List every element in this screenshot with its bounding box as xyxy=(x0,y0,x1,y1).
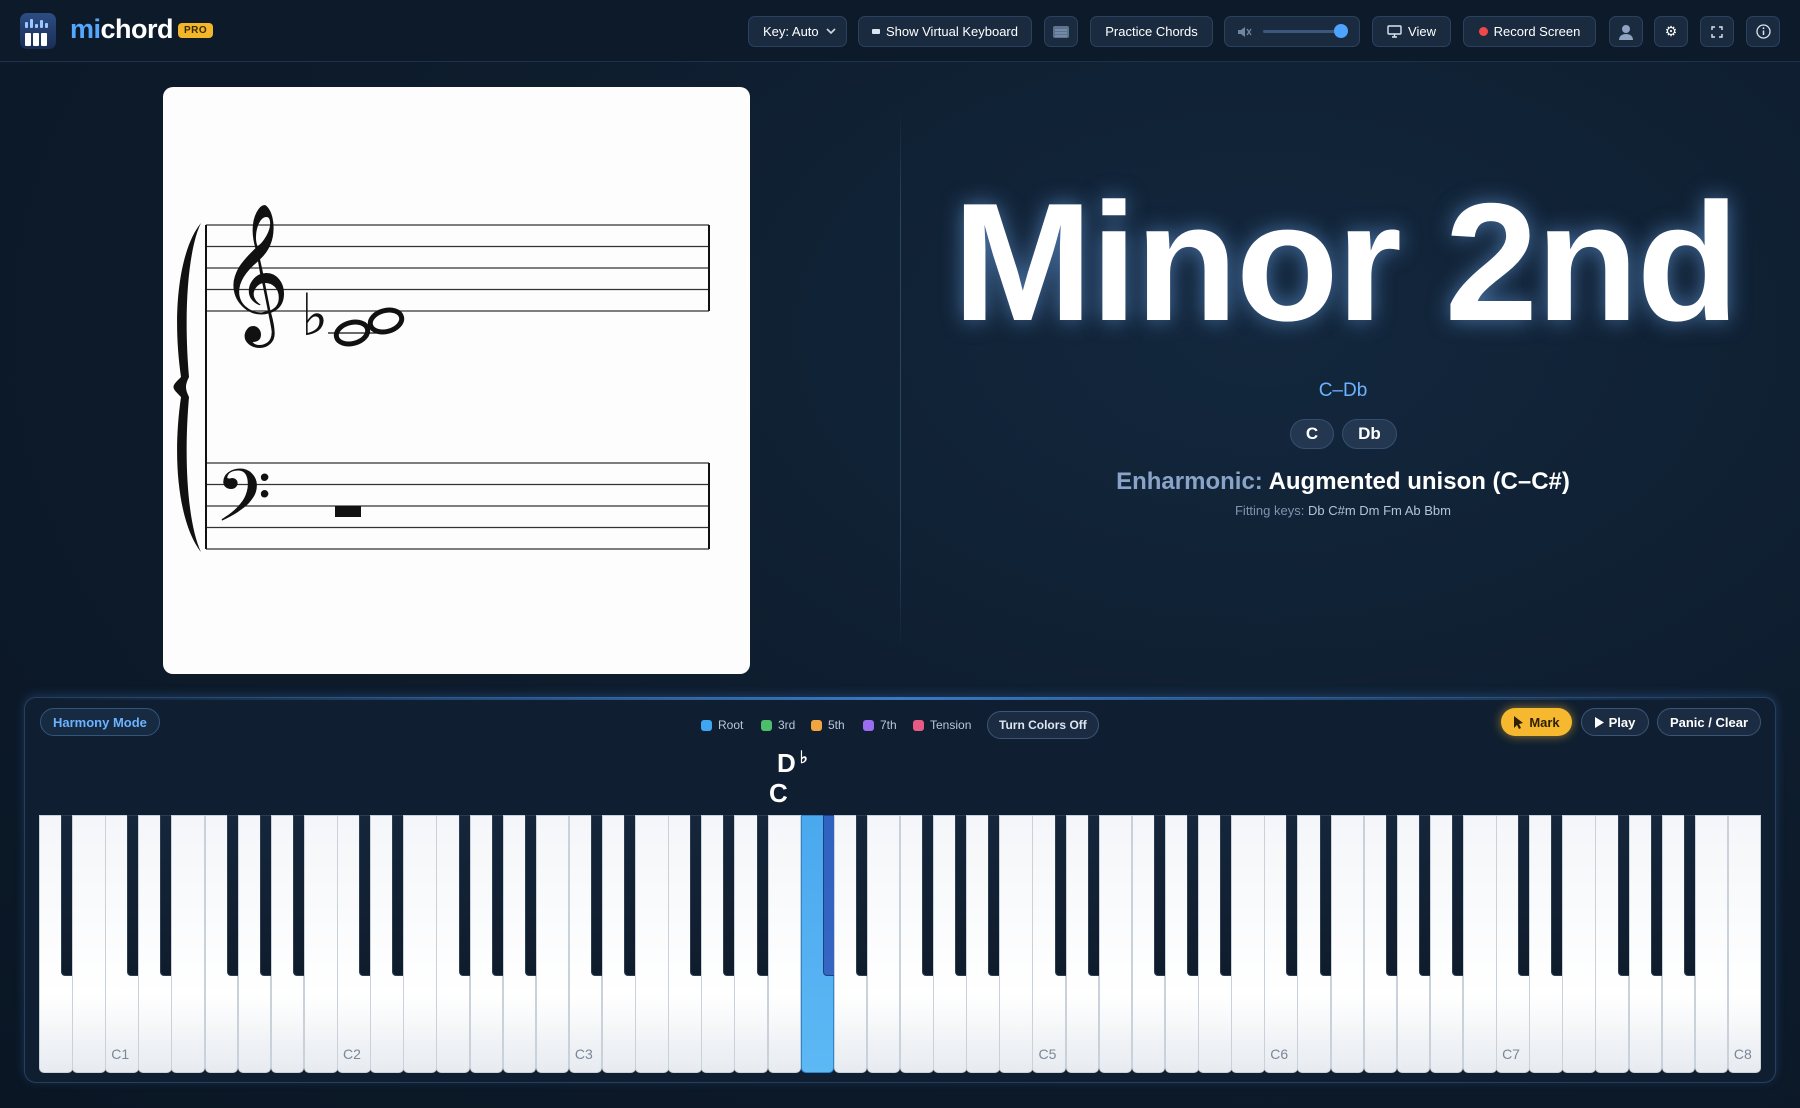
tension-swatch-icon xyxy=(913,719,924,731)
sheet-music-panel: 𝄞 𝄢 ♭ xyxy=(163,87,750,674)
legend-root: Root xyxy=(701,716,743,734)
account-button[interactable] xyxy=(1609,16,1643,47)
view-button[interactable]: View xyxy=(1372,16,1451,47)
volume-slider-track[interactable] xyxy=(1263,30,1341,33)
white-key-e6[interactable] xyxy=(1330,815,1365,1073)
show-virtual-keyboard-button[interactable]: Show Virtual Keyboard xyxy=(858,16,1032,47)
legend-5th: 5th xyxy=(811,716,845,734)
legend-7th: 7th xyxy=(863,716,897,734)
white-key-b6[interactable] xyxy=(1462,815,1497,1073)
note-pill-c: C xyxy=(1290,419,1334,449)
piano-keyboard[interactable]: C1 C2 C3 C5 C6 C7 C8 xyxy=(39,815,1762,1073)
top-bar: michord PRO Key: Auto Show Virtual Keybo… xyxy=(0,0,1800,62)
record-screen-button[interactable]: Record Screen xyxy=(1463,16,1596,47)
fullscreen-button[interactable] xyxy=(1700,16,1734,47)
harmony-mode-button[interactable]: Harmony Mode xyxy=(40,708,160,736)
bass-clef-icon: 𝄢 xyxy=(215,453,272,556)
white-key-b5[interactable] xyxy=(1231,815,1265,1073)
legend-3rd: 3rd xyxy=(761,716,795,734)
white-key-b2[interactable] xyxy=(535,815,570,1073)
whole-rest-icon xyxy=(335,506,361,517)
speaker-muted-icon xyxy=(1238,27,1252,37)
mark-button[interactable]: Mark xyxy=(1501,708,1572,736)
practice-chords-button[interactable]: Practice Chords xyxy=(1090,16,1213,47)
white-key-e7[interactable] xyxy=(1562,815,1596,1073)
fitting-keys-label: Fitting keys: xyxy=(1234,503,1305,518)
turn-colors-off-button[interactable]: Turn Colors Off xyxy=(987,711,1099,739)
fifth-swatch-icon xyxy=(811,719,822,731)
gear-icon: ⚙ xyxy=(1664,23,1678,39)
white-key-b3[interactable] xyxy=(767,815,802,1073)
white-key-e4[interactable] xyxy=(866,815,901,1073)
sheet-music-icon xyxy=(1053,25,1069,38)
white-key-e1[interactable] xyxy=(171,815,206,1073)
octave-label: C8 xyxy=(1733,1046,1752,1062)
key-select-label: Key: Auto xyxy=(763,24,819,39)
chevron-down-icon xyxy=(826,28,836,35)
monitor-icon xyxy=(1387,25,1402,38)
fitting-keys-line: Fitting keys: Db C#m Dm Fm Ab Bbm xyxy=(1000,503,1686,518)
octave-label: C7 xyxy=(1502,1046,1520,1062)
app-logo-icon xyxy=(20,13,56,49)
grand-staff: 𝄞 𝄢 ♭ xyxy=(173,203,710,556)
enharmonic-label: Enharmonic: xyxy=(1116,468,1263,495)
root-swatch-icon xyxy=(701,719,712,731)
keyboard-panel-glow xyxy=(40,697,1760,700)
treble-clef-icon: 𝄞 xyxy=(219,203,290,348)
info-button[interactable] xyxy=(1746,16,1780,47)
played-note-label-lower: C xyxy=(769,778,788,808)
white-key-b7[interactable] xyxy=(1694,815,1729,1073)
flat-icon: ♭ xyxy=(301,281,328,349)
record-icon xyxy=(1478,27,1488,36)
fullscreen-icon xyxy=(1711,25,1723,38)
octave-label: C6 xyxy=(1270,1046,1289,1062)
white-key-e2[interactable] xyxy=(403,815,437,1073)
white-key-b1[interactable] xyxy=(303,815,338,1073)
legend-tension: Tension xyxy=(913,716,971,734)
settings-button[interactable]: ⚙ xyxy=(1654,16,1688,47)
play-button[interactable]: Play xyxy=(1581,708,1649,736)
interval-name: Minor 2nd xyxy=(952,168,1740,356)
key-select[interactable]: Key: Auto xyxy=(748,16,847,47)
enharmonic-value: Augmented unison (C–C#) xyxy=(1268,468,1570,495)
white-key-c8[interactable] xyxy=(1727,815,1762,1073)
cursor-icon xyxy=(1514,716,1524,729)
white-key-b0[interactable] xyxy=(72,815,106,1073)
panic-clear-button[interactable]: Panic / Clear xyxy=(1657,708,1761,736)
play-icon xyxy=(1594,716,1604,728)
interval-notes-text: C–Db xyxy=(1318,380,1368,401)
third-swatch-icon xyxy=(761,719,772,731)
octave-label: C1 xyxy=(111,1046,130,1062)
keyboard-icon xyxy=(871,29,880,34)
white-key-e3[interactable] xyxy=(635,815,669,1073)
white-key-b4[interactable] xyxy=(999,815,1033,1073)
seventh-swatch-icon xyxy=(863,719,874,731)
sheet-music-button[interactable] xyxy=(1044,16,1078,47)
volume-slider-knob[interactable] xyxy=(1334,24,1348,38)
brand-name: michord xyxy=(70,14,174,44)
vertical-divider xyxy=(900,108,901,648)
enharmonic-line: Enharmonic: Augmented unison (C–C#) xyxy=(1000,468,1686,496)
octave-label: C2 xyxy=(343,1046,361,1062)
info-icon xyxy=(1755,24,1771,39)
brace-icon xyxy=(173,223,201,552)
note-pill-db: Db xyxy=(1342,419,1397,449)
white-key-e5[interactable] xyxy=(1098,815,1133,1073)
user-icon xyxy=(1619,24,1633,40)
pro-badge: PRO xyxy=(178,23,214,38)
octave-label: C3 xyxy=(574,1046,593,1062)
octave-label: C5 xyxy=(1038,1046,1057,1062)
fitting-keys-value: Db C#m Dm Fm Ab Bbm xyxy=(1307,503,1451,518)
played-note-label-upper: D ♭ xyxy=(777,748,808,778)
